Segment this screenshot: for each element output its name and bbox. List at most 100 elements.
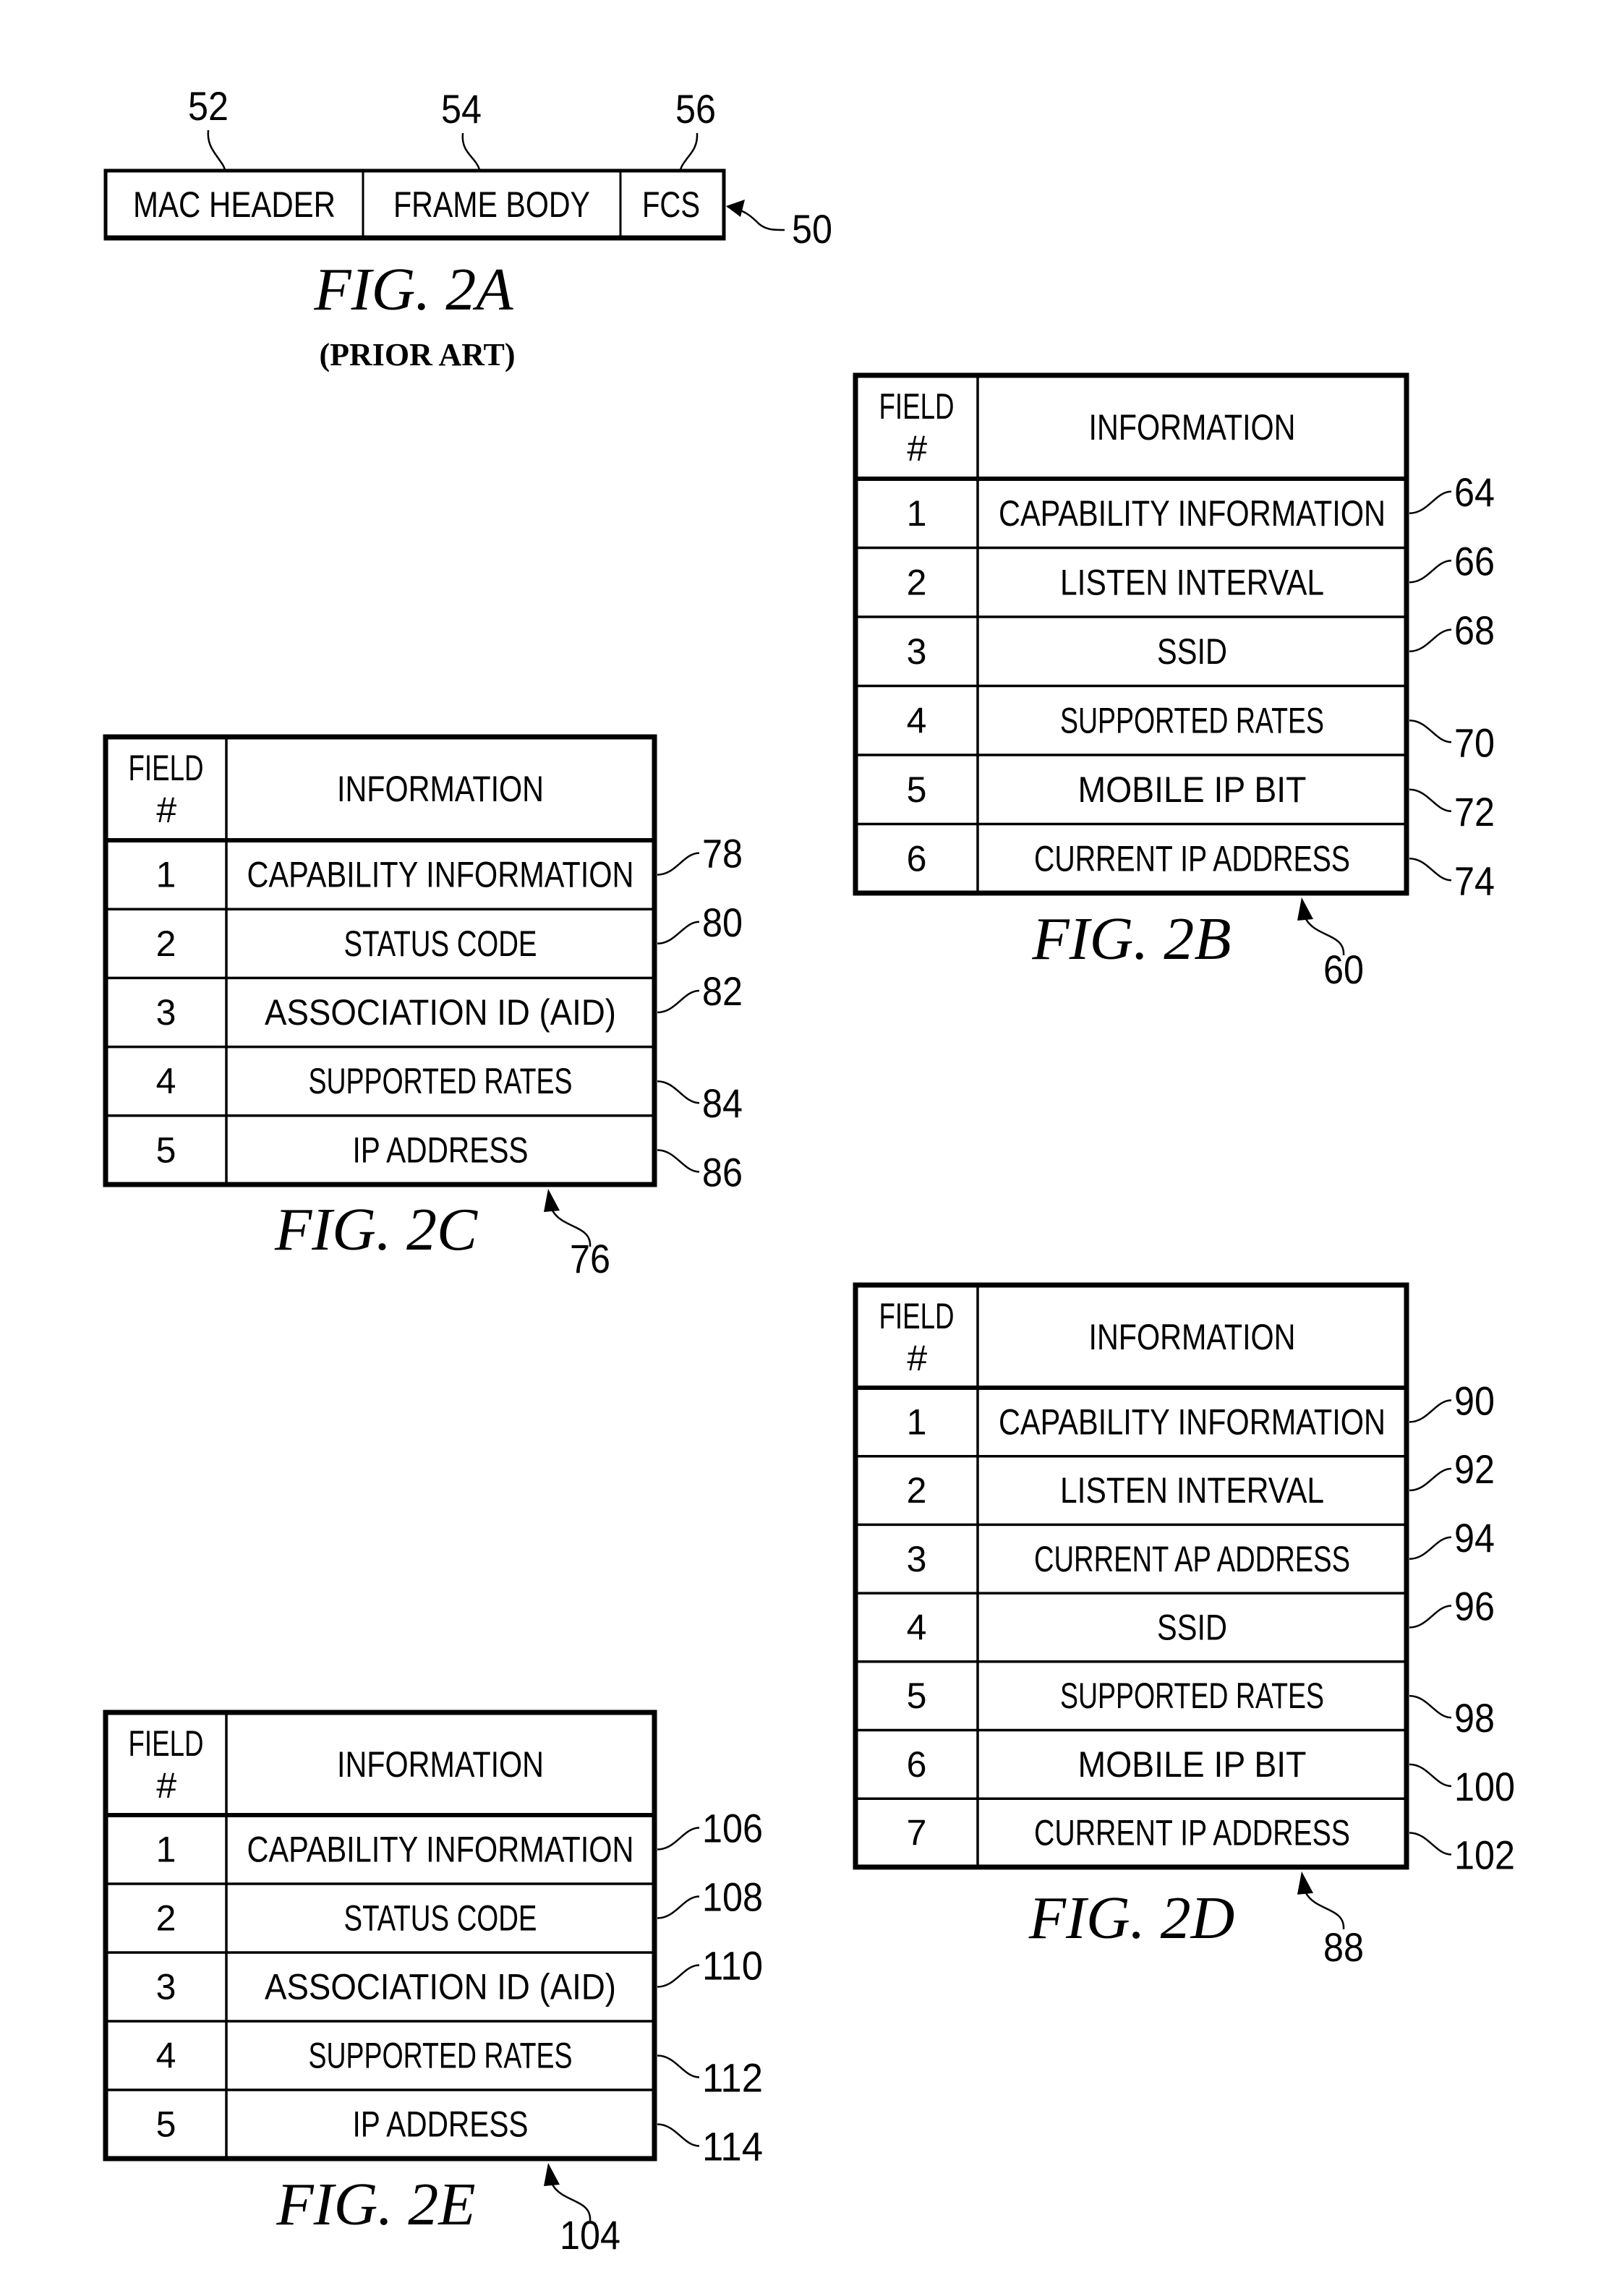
arrow-head-icon <box>544 1189 560 1212</box>
header-field-label: FIELD <box>879 1296 955 1336</box>
field-number: 3 <box>907 1539 927 1579</box>
arrow-head-icon <box>726 200 745 217</box>
field-number: 5 <box>156 2104 176 2145</box>
ref-numeral: 64 <box>1454 469 1495 515</box>
field-number: 1 <box>156 855 176 895</box>
arrow-head-icon <box>544 2163 560 2186</box>
field-number: 1 <box>156 1830 176 1870</box>
field-number: 4 <box>156 1061 176 1101</box>
figure-caption: FIG. 2C <box>274 1196 478 1263</box>
fig-2c-table: FIELD# INFORMATION 1 CAPABILITY INFORMATION… <box>103 734 743 1281</box>
header-field-number-sign: # <box>156 1765 177 1806</box>
ref-numeral: 52 <box>188 83 229 129</box>
field-information: SUPPORTED RATES <box>1060 1676 1324 1716</box>
ref-numeral: 70 <box>1454 720 1495 765</box>
leader-line <box>1409 560 1452 584</box>
table-row: 5 MOBILE IP BIT 72 <box>855 754 1495 835</box>
ref-numeral: 108 <box>702 1874 763 1920</box>
field-information: LISTEN INTERVAL <box>1060 1470 1324 1511</box>
prior-art-label: (PRIOR ART) <box>319 337 515 372</box>
leader-line <box>1409 1694 1452 1719</box>
field-information: CURRENT AP ADDRESS <box>1034 1539 1350 1579</box>
field-number: 6 <box>907 1744 927 1785</box>
field-number: 4 <box>156 2036 176 2076</box>
table-row: 4 SUPPORTED RATES 70 <box>855 684 1495 765</box>
figure-caption: FIG. 2D <box>1028 1885 1235 1952</box>
leader-line <box>657 989 700 1014</box>
header-field-number-sign: # <box>907 1338 928 1378</box>
field-information: IP ADDRESS <box>353 1130 529 1170</box>
ref-numeral: 94 <box>1454 1515 1495 1561</box>
ref-numeral: 92 <box>1454 1446 1495 1492</box>
leader-line <box>1409 628 1452 652</box>
ref-numeral: 96 <box>1454 1583 1495 1629</box>
field-information: CAPABILITY INFORMATION <box>247 1830 634 1870</box>
ref-numeral: 106 <box>702 1806 763 1851</box>
table-row: 2 STATUS CODE 108 <box>106 1874 763 1939</box>
ref-numeral: 56 <box>675 86 716 132</box>
field-information: CURRENT IP ADDRESS <box>1034 1813 1350 1853</box>
field-number: 2 <box>156 923 176 964</box>
leader-line <box>679 132 699 171</box>
field-number: 2 <box>907 1470 927 1511</box>
field-number: 3 <box>907 631 927 672</box>
ref-numeral: 84 <box>702 1080 743 1126</box>
leader-line <box>657 852 700 876</box>
field-information: STATUS CODE <box>344 923 537 964</box>
leader-line <box>461 132 481 171</box>
field-information: SUPPORTED RATES <box>1060 700 1324 741</box>
field-number: 5 <box>156 1130 176 1170</box>
field-information: ASSOCIATION ID (AID) <box>265 1967 616 2007</box>
table-row: 4 SUPPORTED RATES 112 <box>106 2020 763 2101</box>
table-row: 2 LISTEN INTERVAL 92 <box>855 1446 1495 1511</box>
field-information: CAPABILITY INFORMATION <box>999 493 1386 534</box>
field-information: SUPPORTED RATES <box>309 2036 573 2076</box>
header-field-number-sign: # <box>156 790 177 830</box>
figure-caption: FIG. 2A <box>313 256 513 323</box>
field-information: SUPPORTED RATES <box>309 1061 573 1101</box>
field-number: 1 <box>907 1401 927 1442</box>
leader-line <box>1409 1536 1452 1560</box>
figure-caption: FIG. 2B <box>1031 905 1231 973</box>
field-number: 2 <box>156 1898 176 1939</box>
leader-line <box>657 1964 700 1988</box>
ref-numeral: 86 <box>702 1149 743 1195</box>
segment-mac-header: MAC HEADER <box>133 184 336 225</box>
table-row: 3 ASSOCIATION ID (AID) 82 <box>106 968 743 1033</box>
leader-line <box>657 1827 700 1851</box>
header-field-number-sign: # <box>907 428 928 469</box>
arrow-head-icon <box>1297 897 1313 921</box>
table-row: 2 LISTEN INTERVAL 66 <box>855 538 1495 602</box>
leader-line <box>1409 1399 1452 1423</box>
ref-numeral: 98 <box>1454 1695 1495 1741</box>
field-number: 5 <box>907 1676 927 1716</box>
field-number: 6 <box>907 838 927 879</box>
ref-numeral: 82 <box>702 968 743 1014</box>
table-row: 4 SSID 96 <box>855 1583 1495 1647</box>
ref-numeral: 50 <box>792 206 832 252</box>
ref-numeral: 60 <box>1323 947 1364 992</box>
field-number: 4 <box>907 1607 927 1647</box>
ref-numeral: 66 <box>1454 538 1495 584</box>
figure-caption: FIG. 2E <box>276 2171 475 2238</box>
ref-numeral: 100 <box>1454 1764 1515 1809</box>
field-information: MOBILE IP BIT <box>1078 769 1307 810</box>
table-row: 4 SUPPORTED RATES 84 <box>106 1045 743 1126</box>
leader-line <box>657 2123 700 2147</box>
table-row: 6 MOBILE IP BIT 100 <box>855 1728 1515 1809</box>
ref-numeral: 80 <box>702 900 743 945</box>
leader-line <box>207 129 226 171</box>
field-information: SSID <box>1157 631 1227 672</box>
leader-line <box>657 1149 700 1173</box>
header-field-label: FIELD <box>129 748 204 788</box>
ref-numeral: 88 <box>1323 1924 1364 1970</box>
table-border <box>853 372 1409 896</box>
table-row: 3 ASSOCIATION ID (AID) 110 <box>106 1943 763 2007</box>
header-information-label: INFORMATION <box>1089 407 1296 448</box>
header-field-label: FIELD <box>879 386 955 427</box>
fig-2b-table: FIELD# INFORMATION 1 CAPABILITY INFORMATION… <box>853 372 1495 992</box>
table-row: 3 CURRENT AP ADDRESS 94 <box>855 1515 1495 1579</box>
fig-2d-table: FIELD# INFORMATION 1 CAPABILITY INFORMATION… <box>853 1282 1515 1970</box>
ref-numeral: 76 <box>570 1236 610 1281</box>
leader-line <box>1409 788 1452 812</box>
